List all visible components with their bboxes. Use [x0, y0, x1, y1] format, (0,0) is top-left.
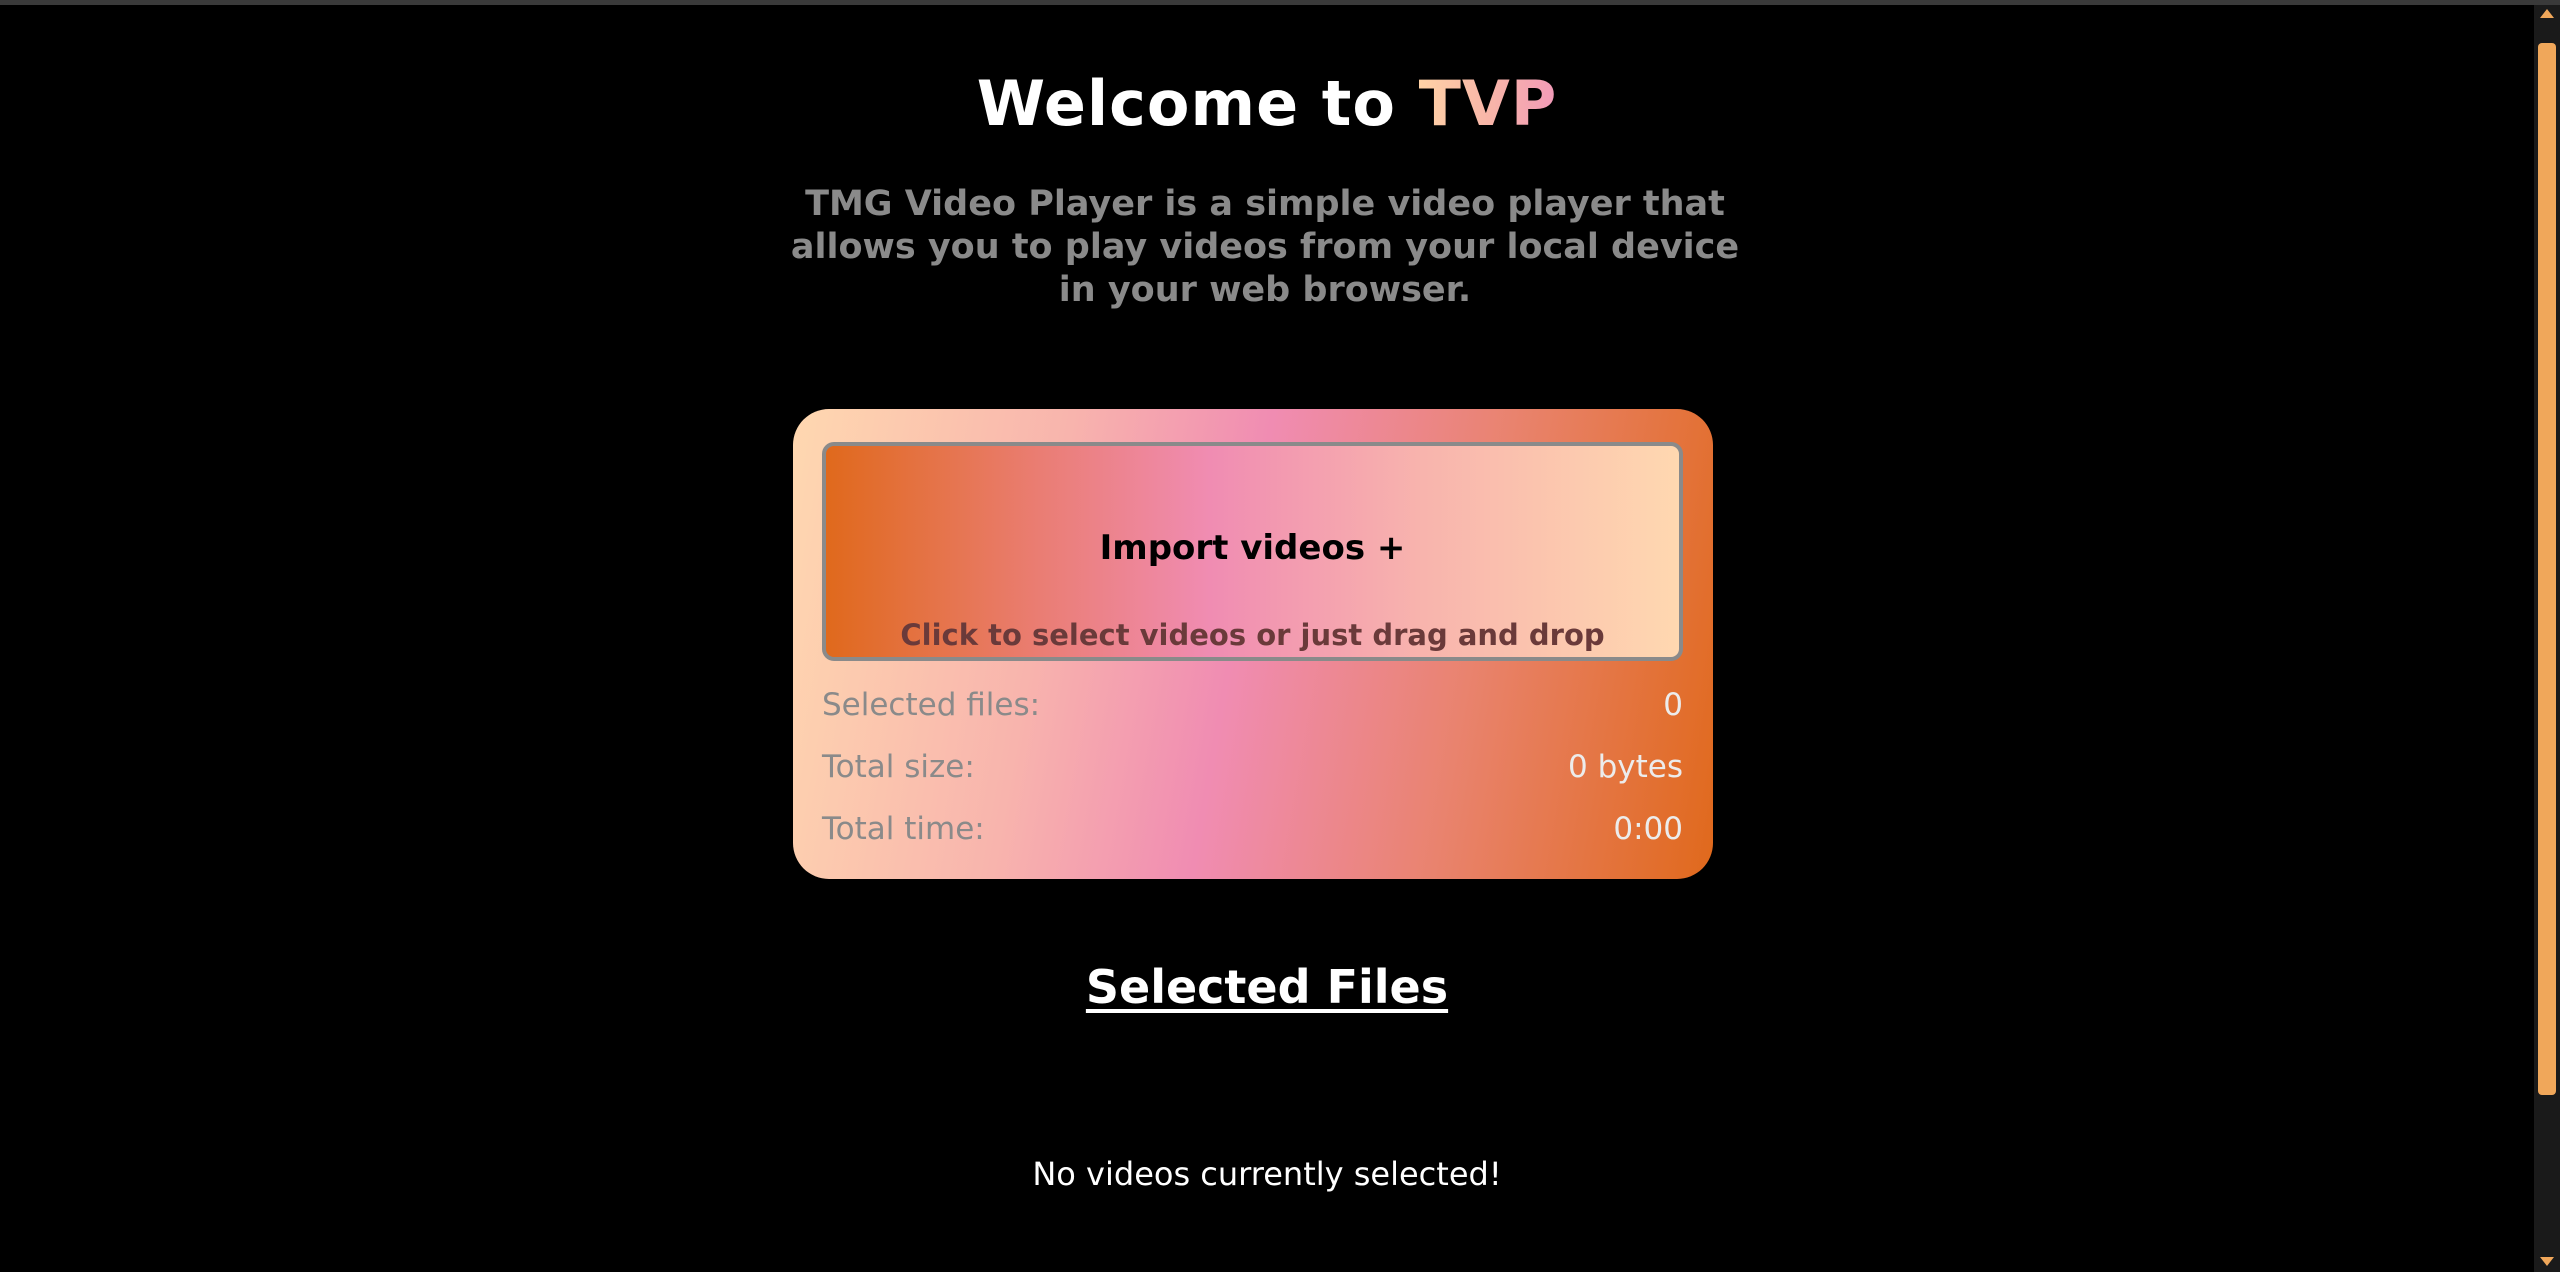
- import-dropzone[interactable]: Import videos + Click to select videos o…: [822, 442, 1683, 661]
- page: Welcome to TVP TMG Video Player is a sim…: [0, 5, 2534, 1272]
- stat-value: 0:00: [1613, 811, 1683, 847]
- page-title: Welcome to TVP: [0, 67, 2534, 140]
- scroll-down-arrow-icon[interactable]: [2540, 1257, 2554, 1266]
- stat-label: Total time:: [822, 811, 985, 847]
- stat-total-size: Total size: 0 bytes: [822, 749, 1683, 789]
- stat-selected-files: Selected files: 0: [822, 687, 1683, 727]
- scrollbar-thumb[interactable]: [2538, 43, 2556, 1095]
- stat-total-time: Total time: 0:00: [822, 811, 1683, 851]
- stat-label: Total size:: [822, 749, 975, 785]
- import-videos-label: Import videos +: [1099, 528, 1406, 568]
- stat-value: 0: [1663, 687, 1683, 723]
- import-card: Import videos + Click to select videos o…: [793, 409, 1713, 879]
- stat-value: 0 bytes: [1568, 749, 1683, 785]
- vertical-scrollbar[interactable]: [2534, 5, 2560, 1272]
- selected-files-heading: Selected Files: [1085, 960, 1449, 1014]
- scroll-up-arrow-icon[interactable]: [2540, 9, 2554, 18]
- empty-selection-message: No videos currently selected!: [1032, 1155, 1502, 1193]
- stat-label: Selected files:: [822, 687, 1041, 723]
- import-hint: Click to select videos or just drag and …: [900, 618, 1605, 652]
- brand-name: TVP: [1418, 67, 1558, 140]
- app-description: TMG Video Player is a simple video playe…: [790, 184, 1740, 310]
- title-prefix: Welcome to: [976, 67, 1419, 140]
